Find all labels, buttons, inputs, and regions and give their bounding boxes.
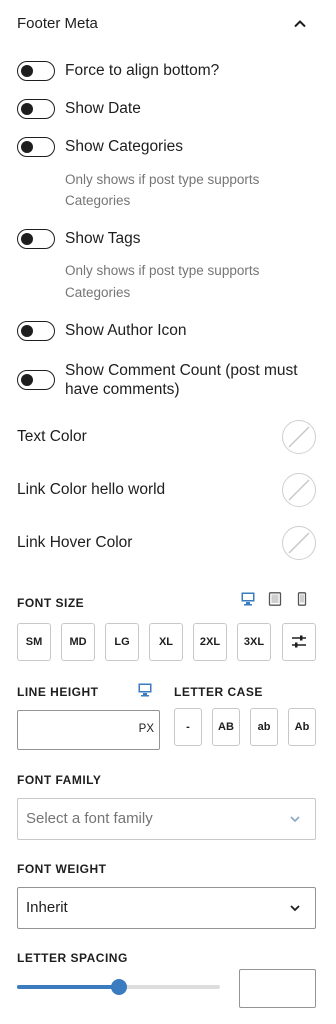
show-categories-toggle[interactable] <box>17 137 55 157</box>
show-author-icon-label: Show Author Icon <box>65 322 187 339</box>
line-height-label: LINE HEIGHT <box>17 685 99 699</box>
letter-spacing-slider-thumb[interactable] <box>110 979 127 995</box>
text-color-swatch[interactable] <box>282 420 316 454</box>
toggle-knob <box>21 102 33 115</box>
letter-case-label: LETTER CASE <box>174 685 263 699</box>
font-size-label: FONT SIZE <box>17 596 85 610</box>
font-size-custom-button[interactable] <box>282 623 316 661</box>
show-categories-label: Show Categories <box>65 138 184 155</box>
font-weight-select[interactable]: Inherit <box>17 887 316 929</box>
show-tags-help: Only shows if post type supports <box>65 263 260 278</box>
toggle-knob <box>21 232 33 245</box>
no-color-icon <box>288 479 310 501</box>
letter-spacing-label: LETTER SPACING <box>17 951 128 965</box>
font-family-placeholder: Select a font family <box>26 810 153 827</box>
link-hover-color-swatch[interactable] <box>282 526 316 560</box>
force-align-bottom-toggle[interactable] <box>17 61 55 81</box>
tablet-icon[interactable] <box>268 592 282 606</box>
toggle-knob <box>21 324 33 337</box>
font-size-lg-button[interactable]: LG <box>105 623 139 661</box>
letter-case-none-button[interactable]: - <box>174 708 202 746</box>
font-family-select[interactable]: Select a font family <box>17 798 316 840</box>
force-align-bottom-label: Force to align bottom? <box>65 62 220 79</box>
show-date-label: Show Date <box>65 100 141 117</box>
font-size-3xl-button[interactable]: 3XL <box>237 623 271 661</box>
link-color-label: Link Color hello world <box>17 481 166 498</box>
line-height-input[interactable]: PX <box>17 710 160 750</box>
desktop-icon[interactable] <box>138 683 152 697</box>
show-comment-count-label-cont: have comments) <box>65 381 180 398</box>
letter-case-uppercase-button[interactable]: AB <box>212 708 240 746</box>
panel-title[interactable]: Footer Meta <box>17 15 98 32</box>
chevron-down-icon <box>290 816 300 823</box>
mobile-icon[interactable] <box>295 592 309 606</box>
toggle-knob <box>21 64 33 77</box>
toggle-knob <box>21 373 33 386</box>
show-comment-count-label: Show Comment Count (post must <box>65 362 298 379</box>
font-weight-label: FONT WEIGHT <box>17 862 107 876</box>
show-comment-count-toggle[interactable] <box>17 370 55 390</box>
letter-spacing-input[interactable] <box>239 969 316 1008</box>
font-size-2xl-button[interactable]: 2XL <box>193 623 227 661</box>
no-color-icon <box>288 426 310 448</box>
toggle-knob <box>21 140 33 153</box>
letter-case-capitalize-button[interactable]: Ab <box>288 708 316 746</box>
show-categories-help-cont: Categories <box>65 193 131 208</box>
sliders-icon <box>292 635 306 648</box>
line-height-unit[interactable]: PX <box>139 723 154 735</box>
no-color-icon <box>288 532 310 554</box>
text-color-label: Text Color <box>17 428 87 445</box>
link-color-swatch[interactable] <box>282 473 316 507</box>
show-tags-help-cont: Categories <box>65 285 131 300</box>
show-tags-toggle[interactable] <box>17 229 55 249</box>
show-date-toggle[interactable] <box>17 99 55 119</box>
link-hover-color-label: Link Hover Color <box>17 534 133 551</box>
font-size-sm-button[interactable]: SM <box>17 623 51 661</box>
chevron-up-icon[interactable] <box>292 16 308 32</box>
font-family-label: FONT FAMILY <box>17 773 102 787</box>
letter-spacing-slider-fill <box>17 985 119 989</box>
font-size-xl-button[interactable]: XL <box>149 623 183 661</box>
show-author-icon-toggle[interactable] <box>17 321 55 341</box>
show-categories-help: Only shows if post type supports <box>65 172 260 187</box>
chevron-down-icon <box>290 905 300 912</box>
desktop-icon[interactable] <box>241 592 255 606</box>
font-size-md-button[interactable]: MD <box>61 623 95 661</box>
font-weight-value: Inherit <box>26 899 68 916</box>
show-tags-label: Show Tags <box>65 230 141 247</box>
letter-case-lowercase-button[interactable]: ab <box>250 708 278 746</box>
